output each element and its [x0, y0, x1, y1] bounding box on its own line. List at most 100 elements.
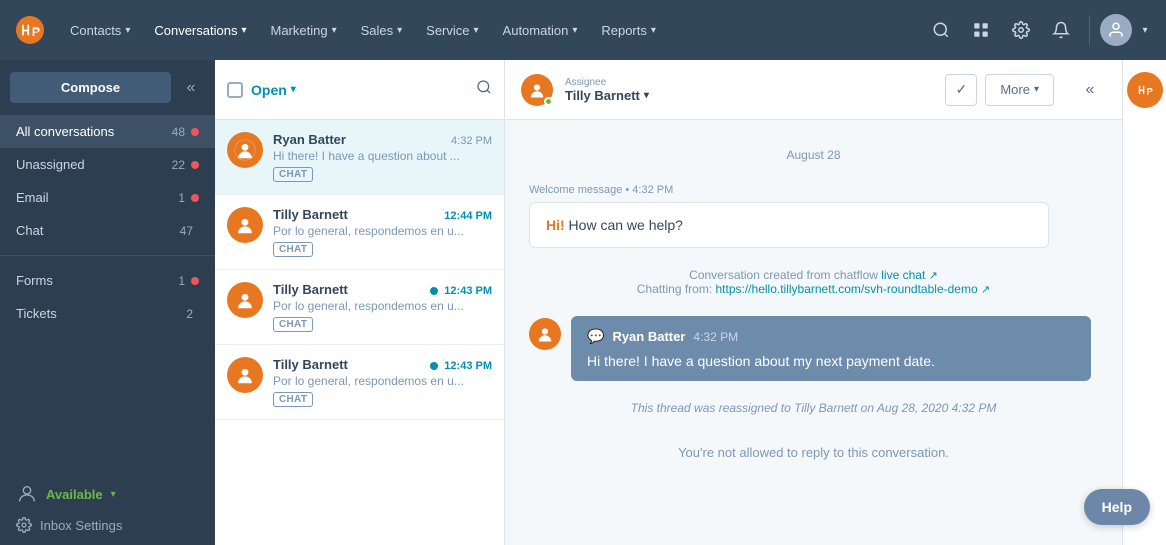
contact-name: Ryan Batter	[273, 132, 346, 147]
status-filter-dropdown[interactable]: Open ▾	[251, 82, 296, 98]
sidebar-count: 22	[172, 158, 185, 172]
sender-name: Ryan Batter	[612, 329, 685, 344]
inbox-settings-link[interactable]: Inbox Settings	[16, 517, 199, 533]
sidebar-item-forms[interactable]: Forms 1	[0, 264, 215, 297]
message-meta: Welcome message • 4:32 PM	[529, 184, 1098, 196]
conversation-list-header: Open ▾	[215, 60, 504, 120]
nav-reports[interactable]: Reports ▾	[591, 0, 666, 60]
collapse-sidebar-button[interactable]: «	[177, 74, 205, 102]
conversation-created-info: Conversation created from chatflow live …	[529, 268, 1098, 296]
active-indicator	[430, 362, 438, 370]
sidebar-item-email[interactable]: Email 1	[0, 181, 215, 214]
sidebar-item-tickets[interactable]: Tickets 2	[0, 297, 215, 330]
reassignment-notice: This thread was reassigned to Tilly Barn…	[529, 401, 1098, 415]
help-button[interactable]: Help	[1084, 489, 1150, 525]
sender-avatar	[529, 318, 561, 350]
more-button[interactable]: More ▾	[985, 74, 1054, 106]
nav-contacts[interactable]: Contacts ▾	[60, 0, 140, 60]
status-filter-label: Open	[251, 82, 287, 98]
sidebar-item-unassigned[interactable]: Unassigned 22	[0, 148, 215, 181]
conversation-preview: Por lo general, respondemos en u...	[273, 224, 492, 238]
conversation-item-body: Tilly Barnett 12:43 PM Por lo general, r…	[273, 357, 492, 407]
contact-avatar	[227, 282, 263, 318]
message-hi: Hi!	[546, 217, 565, 233]
message-header: 💬 Ryan Batter 4:32 PM	[587, 328, 1075, 345]
conversation-item[interactable]: Tilly Barnett 12:43 PM Por lo general, r…	[215, 270, 504, 345]
chevron-down-icon: ▾	[651, 25, 656, 36]
resolve-button[interactable]: ✓	[945, 74, 977, 106]
sidebar-label: Unassigned	[16, 157, 172, 172]
user-avatar[interactable]	[1100, 14, 1132, 46]
external-link-icon: ↗	[929, 270, 938, 282]
nav-marketing[interactable]: Marketing ▾	[260, 0, 346, 60]
account-chevron-icon[interactable]: ▾	[1136, 12, 1154, 48]
chat-messages: August 28 Welcome message • 4:32 PM Hi! …	[505, 120, 1122, 545]
assignee-info: Assignee Tilly Barnett ▾	[565, 77, 649, 103]
active-indicator	[430, 287, 438, 295]
sidebar-notification-dot	[191, 277, 199, 285]
live-chat-link[interactable]: live chat	[881, 268, 925, 282]
nav-automation[interactable]: Automation ▾	[493, 0, 588, 60]
top-navbar: Contacts ▾ Conversations ▾ Marketing ▾ S…	[0, 0, 1166, 60]
sidebar-bottom: Available ▾ Inbox Settings	[0, 471, 215, 545]
nav-conversations[interactable]: Conversations ▾	[144, 0, 256, 60]
collapse-right-panel-button[interactable]: «	[1074, 74, 1106, 106]
conversation-channel-tag: CHAT	[273, 242, 313, 257]
sidebar-count: 47	[180, 224, 193, 238]
contact-avatar	[227, 132, 263, 168]
conversation-channel-tag: CHAT	[273, 392, 313, 407]
status-filter-chevron-icon: ▾	[291, 84, 296, 95]
hubspot-icon-button[interactable]	[1127, 72, 1163, 108]
select-all-checkbox[interactable]	[227, 82, 243, 98]
chevron-down-icon: ▾	[644, 90, 649, 101]
sidebar-label: Forms	[16, 273, 178, 288]
nav-right-actions: ▾	[923, 12, 1154, 48]
chatting-from-url-link[interactable]: https://hello.tillybarnett.com/svh-round…	[716, 282, 978, 296]
conversation-time: 12:44 PM	[444, 210, 492, 222]
conversation-item-body: Tilly Barnett 12:44 PM Por lo general, r…	[273, 207, 492, 257]
marketplace-button[interactable]	[963, 12, 999, 48]
sidebar-count: 1	[178, 191, 185, 205]
chevron-down-icon: ▾	[332, 25, 337, 36]
conversation-preview: Por lo general, respondemos en u...	[273, 299, 492, 313]
conversation-time: 4:32 PM	[451, 135, 492, 147]
assignee-avatar	[521, 74, 553, 106]
left-sidebar: Compose « All conversations 48 Unassigne…	[0, 60, 215, 545]
conversation-time: 12:43 PM	[430, 285, 492, 297]
chat-header: Assignee Tilly Barnett ▾ ✓ More ▾ «	[505, 60, 1122, 120]
sidebar-label: Email	[16, 190, 178, 205]
sidebar-item-all-conversations[interactable]: All conversations 48	[0, 115, 215, 148]
chevron-down-icon: ▾	[474, 25, 479, 36]
conversation-item-body: Ryan Batter 4:32 PM Hi there! I have a q…	[273, 132, 492, 182]
search-button[interactable]	[923, 12, 959, 48]
sidebar-nav: All conversations 48 Unassigned 22 Email…	[0, 115, 215, 471]
assignee-name-dropdown[interactable]: Tilly Barnett ▾	[565, 88, 649, 103]
availability-label: Available	[46, 487, 103, 502]
conversation-search-button[interactable]	[476, 79, 492, 100]
sidebar-count: 48	[172, 125, 185, 139]
conversation-item[interactable]: Tilly Barnett 12:44 PM Por lo general, r…	[215, 195, 504, 270]
chevron-down-icon: ▾	[241, 25, 246, 36]
contact-name: Tilly Barnett	[273, 357, 348, 372]
hubspot-logo[interactable]	[12, 12, 48, 48]
conversation-time: 12:43 PM	[430, 360, 492, 372]
availability-chevron-icon: ▾	[111, 489, 116, 500]
settings-button[interactable]	[1003, 12, 1039, 48]
conversation-list: Open ▾ Ryan Batter 4:32 PM Hi there! I h…	[215, 60, 505, 545]
conversation-preview: Hi there! I have a question about ...	[273, 149, 492, 163]
availability-toggle[interactable]: Available ▾	[16, 483, 199, 505]
conversation-item[interactable]: Tilly Barnett 12:43 PM Por lo general, r…	[215, 345, 504, 420]
sidebar-notification-dot	[191, 128, 199, 136]
sidebar-item-chat[interactable]: Chat 47	[0, 214, 215, 247]
chevron-down-icon: ▾	[125, 25, 130, 36]
chevron-down-icon: ▾	[1034, 84, 1039, 95]
nav-sales[interactable]: Sales ▾	[351, 0, 413, 60]
inbound-message-row: 💬 Ryan Batter 4:32 PM Hi there! I have a…	[529, 316, 1098, 381]
compose-button[interactable]: Compose	[10, 72, 171, 103]
notifications-button[interactable]	[1043, 12, 1079, 48]
chevron-down-icon: ▾	[572, 25, 577, 36]
main-layout: Compose « All conversations 48 Unassigne…	[0, 60, 1166, 545]
nav-service[interactable]: Service ▾	[416, 0, 488, 60]
inbound-message-bubble: 💬 Ryan Batter 4:32 PM Hi there! I have a…	[571, 316, 1091, 381]
conversation-item[interactable]: Ryan Batter 4:32 PM Hi there! I have a q…	[215, 120, 504, 195]
